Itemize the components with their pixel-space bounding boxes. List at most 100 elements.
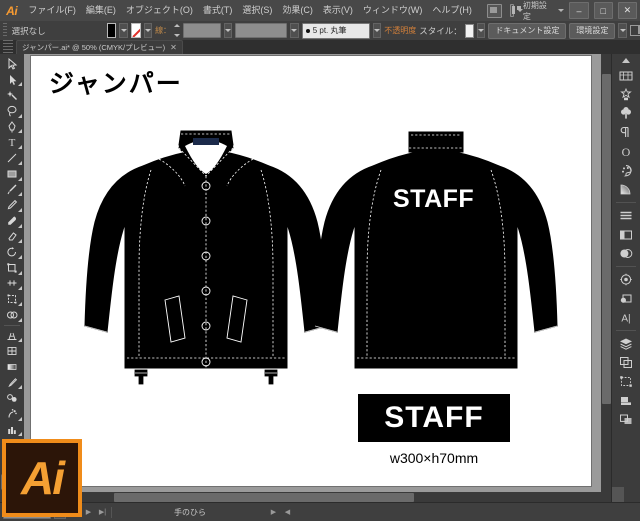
pencil-tool[interactable] xyxy=(1,197,23,213)
svg-text:T: T xyxy=(9,137,16,148)
rectangle-tool[interactable] xyxy=(1,166,23,182)
layers-panel-icon[interactable] xyxy=(615,334,637,353)
symbols-panel-icon[interactable] xyxy=(615,85,637,104)
pen-tool[interactable] xyxy=(1,119,23,135)
jacket-back-illustration xyxy=(314,131,558,369)
line-segment-tool[interactable] xyxy=(1,150,23,166)
color-panel-icon[interactable] xyxy=(615,161,637,180)
scale-tool[interactable] xyxy=(1,260,23,276)
align-options-icon[interactable] xyxy=(618,23,627,38)
menu-type[interactable]: 書式(T) xyxy=(198,0,238,21)
artboards-panel-icon[interactable] xyxy=(615,353,637,372)
graphic-style-swatch[interactable] xyxy=(464,23,474,38)
horizontal-scroll-thumb[interactable] xyxy=(114,493,414,502)
transparency-panel-icon[interactable] xyxy=(615,244,637,263)
menu-select[interactable]: 選択(S) xyxy=(237,0,277,21)
pathfinder-panel-icon[interactable] xyxy=(615,391,637,410)
free-transform-tool[interactable] xyxy=(1,291,23,307)
document-tab[interactable]: ジャンパー.ai* @ 50% (CMYK/プレビュー) ✕ xyxy=(16,40,183,54)
menu-object[interactable]: オブジェクト(O) xyxy=(121,0,198,21)
gradient-tool[interactable] xyxy=(1,359,23,375)
fill-chevron-down-icon[interactable] xyxy=(119,23,128,38)
artwork-title-text: ジャンパー xyxy=(49,71,183,98)
links-panel-icon[interactable]: A| xyxy=(615,308,637,327)
control-bar-grip[interactable] xyxy=(3,23,7,38)
document-tab-label: ジャンパー.ai* @ 50% (CMYK/プレビュー) xyxy=(22,43,166,52)
transform-panel-icon[interactable] xyxy=(615,372,637,391)
workspace-chevron-down-icon[interactable] xyxy=(558,9,565,12)
bridge-icon[interactable] xyxy=(486,3,502,18)
type-tool[interactable]: T xyxy=(1,134,23,150)
brush-chevron-down-icon[interactable] xyxy=(372,23,382,38)
stroke-weight-chevron-down-icon[interactable] xyxy=(223,23,233,38)
width-profile-chevron-down-icon[interactable] xyxy=(290,23,299,38)
gradient-panel-icon[interactable] xyxy=(615,180,637,199)
selection-tool[interactable] xyxy=(1,56,23,72)
style-chevron-down-icon[interactable] xyxy=(476,23,486,38)
menu-edit[interactable]: 編集(E) xyxy=(81,0,121,21)
direct-selection-tool[interactable] xyxy=(1,72,23,88)
preferences-button[interactable]: 環境設定 xyxy=(569,22,616,39)
fill-color-swatch[interactable] xyxy=(106,23,117,38)
shape-builder-tool[interactable] xyxy=(1,307,23,323)
status-collapse-icon[interactable]: ◀ xyxy=(282,506,293,518)
arrange-documents-icon[interactable] xyxy=(509,4,523,17)
stroke-color-swatch[interactable] xyxy=(130,23,141,38)
document-tab-bar: ジャンパー.ai* @ 50% (CMYK/プレビュー) ✕ xyxy=(0,40,640,55)
menu-effect[interactable]: 効果(C) xyxy=(277,0,318,21)
staff-label-box: STAFF xyxy=(358,394,510,442)
menu-bar: Ai ファイル(F) 編集(E) オブジェクト(O) 書式(T) 選択(S) 効… xyxy=(0,0,640,22)
perspective-grid-tool[interactable] xyxy=(1,328,23,344)
close-icon[interactable]: ✕ xyxy=(170,43,177,52)
navigator-panel-icon[interactable] xyxy=(615,410,637,429)
menu-file[interactable]: ファイル(F) xyxy=(23,0,81,21)
brush-definition-select[interactable]: 5 pt. 丸筆 xyxy=(301,22,370,39)
symbol-sprayer-tool[interactable] xyxy=(1,406,23,422)
brushes-panel-icon[interactable] xyxy=(615,104,637,123)
staff-label-text: STAFF xyxy=(384,401,484,434)
blob-brush-tool[interactable] xyxy=(1,213,23,229)
menu-help[interactable]: ヘルプ(H) xyxy=(427,0,477,21)
character-panel-icon[interactable]: O xyxy=(615,142,637,161)
align-panel-icon[interactable] xyxy=(615,206,637,225)
active-tool-status[interactable]: 手のひら xyxy=(115,507,265,518)
eyedropper-tool[interactable] xyxy=(1,375,23,391)
window-minimize-button[interactable]: – xyxy=(569,2,589,19)
menu-view[interactable]: 表示(V) xyxy=(318,0,358,21)
stroke-panel-icon[interactable] xyxy=(615,225,637,244)
magic-wand-tool[interactable] xyxy=(1,87,23,103)
mesh-tool[interactable] xyxy=(1,343,23,359)
workspace-selector[interactable]: 初期設定 xyxy=(523,0,551,22)
status-menu-chevron-icon[interactable]: ▶ xyxy=(268,506,279,518)
dock-expand-icon[interactable] xyxy=(622,58,630,63)
variable-width-profile-input[interactable] xyxy=(235,23,288,38)
stroke-weight-stepper[interactable] xyxy=(174,24,181,37)
vertical-scroll-thumb[interactable] xyxy=(602,74,611,404)
color-guide-panel-icon[interactable] xyxy=(615,66,637,85)
document-setup-button[interactable]: ドキュメント設定 xyxy=(488,22,567,39)
window-close-button[interactable]: ✕ xyxy=(617,2,637,19)
appearance-panel-icon[interactable] xyxy=(615,270,637,289)
window-maximize-button[interactable]: □ xyxy=(593,2,613,19)
rotate-tool[interactable] xyxy=(1,244,23,260)
column-graph-tool[interactable] xyxy=(1,422,23,438)
stroke-chevron-down-icon[interactable] xyxy=(143,23,153,38)
width-tool[interactable] xyxy=(1,276,23,292)
graphic-styles-panel-icon[interactable] xyxy=(615,289,637,308)
eraser-tool[interactable] xyxy=(1,229,23,245)
stroke-weight-input[interactable] xyxy=(183,23,221,38)
style-label: スタイル： xyxy=(419,25,462,36)
control-bar-menu-icon[interactable] xyxy=(630,25,640,36)
tab-bar-grip[interactable] xyxy=(3,40,13,53)
lasso-tool[interactable] xyxy=(1,103,23,119)
blend-tool[interactable] xyxy=(1,390,23,406)
menu-window[interactable]: ウィンドウ(W) xyxy=(358,0,428,21)
artboard[interactable]: ジャンパー STAFF STAFF w300×h70mm xyxy=(31,56,591,486)
control-bar: 選択なし 線： 5 pt. 丸筆 不透明度 スタイル： ドキュメント設定 環境設… xyxy=(0,21,640,41)
canvas-area[interactable]: ジャンパー STAFF STAFF w300×h70mm xyxy=(24,54,608,503)
opacity-label[interactable]: 不透明度 xyxy=(384,25,416,36)
last-artboard-button[interactable]: ▶| xyxy=(97,506,108,518)
paintbrush-tool[interactable] xyxy=(1,182,23,198)
next-artboard-button[interactable]: ▶ xyxy=(83,506,94,518)
paragraph-panel-icon[interactable] xyxy=(615,123,637,142)
